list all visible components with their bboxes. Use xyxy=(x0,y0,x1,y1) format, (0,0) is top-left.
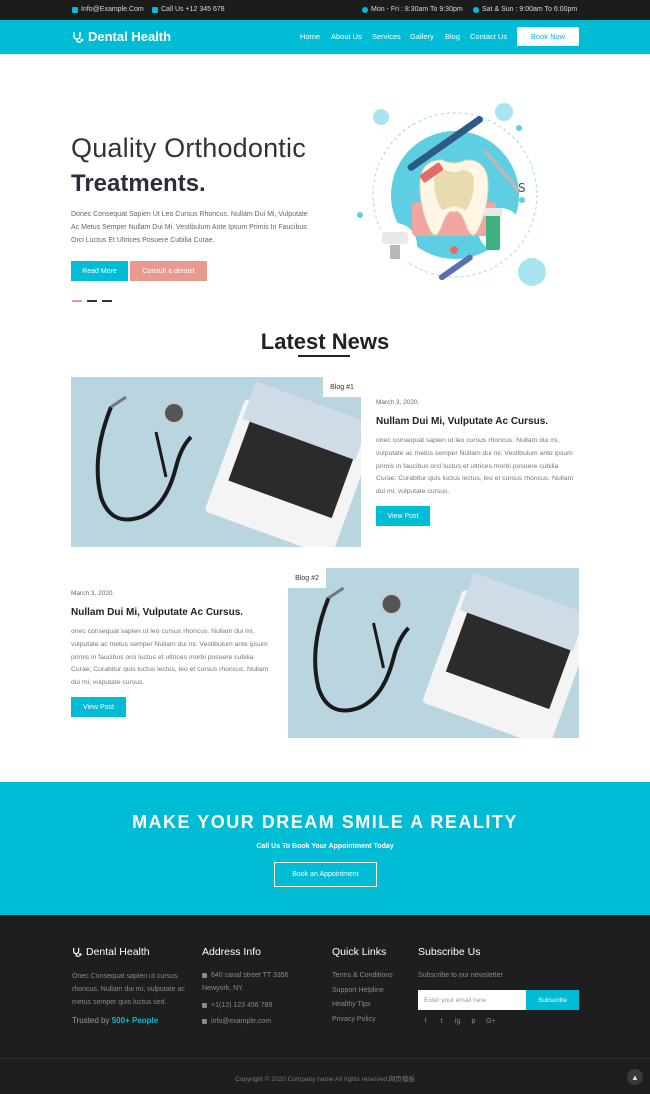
clock-icon xyxy=(362,6,368,13)
cta-subtitle: Call Us To Book Your Appointment Today xyxy=(256,843,394,850)
address-heading: Address Info xyxy=(202,946,261,958)
post-2-title[interactable]: Nullam Dui Mi, Vulputate Ac Cursus. xyxy=(71,607,243,618)
view-post-button[interactable]: View Post xyxy=(71,697,126,717)
nav-item-gallery[interactable]: Gallery xyxy=(410,32,434,41)
top-info-bar: Info@Example.Com Call Us +12 345 678 Mon… xyxy=(0,0,650,20)
blog-2-image[interactable]: Blog #2 xyxy=(288,568,579,738)
clock-icon xyxy=(473,6,479,13)
view-post-button[interactable]: View Post xyxy=(376,506,430,526)
address-street: 640 canal street TT 3356 xyxy=(202,972,289,979)
address-phone[interactable]: +1(12) 123 456 789 xyxy=(202,1002,272,1009)
footer-link-privacy[interactable]: Privacy Policy xyxy=(332,1016,376,1023)
hero-title-line1: Quality Orthodontic xyxy=(71,133,306,163)
topbar-hours-weekend-text: Sat & Sun : 9:00am To 6:00pm xyxy=(482,6,578,13)
subscribe-button[interactable]: Subscribe xyxy=(526,990,579,1010)
read-more-button[interactable]: Read More xyxy=(71,261,128,281)
brand-name: Dental Health xyxy=(88,29,172,44)
cta-title: MAKE YOUR DREAM SMILE A REALITY xyxy=(132,812,518,832)
footer-about-text: Onec Consequat sapien ut cursus rhoncus.… xyxy=(72,973,185,1006)
consult-dentist-button[interactable]: Consult a dentist xyxy=(130,261,207,281)
trusted-by: Trusted by 500+ People xyxy=(72,1016,158,1025)
phone-icon xyxy=(202,1003,207,1008)
topbar-hours-weekday: Mon - Fri : 8:30am To 9:30pm xyxy=(362,6,463,13)
post-2-date: March 3, 2020. xyxy=(71,590,115,597)
heading-underline xyxy=(298,355,350,357)
envelope-icon xyxy=(202,1019,207,1024)
quick-links-heading: Quick Links xyxy=(332,946,387,958)
address-email[interactable]: info@example.com xyxy=(202,1018,271,1025)
stethoscope-icon xyxy=(73,31,84,43)
brand-logo[interactable]: Dental Health xyxy=(72,29,171,44)
footer-link-support[interactable]: Support Helpline xyxy=(332,987,384,994)
trusted-prefix: Trusted by xyxy=(72,1016,110,1025)
address-email-text: info@example.com xyxy=(211,1018,272,1025)
laptop-stethoscope-photo xyxy=(288,568,579,738)
address-city: Newyork, NY. xyxy=(202,985,244,992)
envelope-icon xyxy=(72,6,78,13)
post-2-excerpt: onec consequat sapien ut leo cursus rhon… xyxy=(71,628,269,687)
address-street-text: 640 canal street TT 3356 xyxy=(211,972,289,979)
map-marker-icon xyxy=(202,973,207,978)
twitter-icon[interactable]: t xyxy=(438,1018,445,1025)
newsletter-email-input[interactable] xyxy=(418,990,526,1010)
blog-tag: Blog #2 xyxy=(288,568,326,588)
latest-news-heading: Latest News xyxy=(260,329,390,354)
footer-divider xyxy=(0,1058,650,1059)
hero-title-line2: Treatments. xyxy=(71,170,206,197)
laptop-stethoscope-photo xyxy=(71,377,361,547)
post-1-date: March 3, 2020. xyxy=(376,399,420,406)
slider-dot[interactable] xyxy=(102,300,112,302)
nav-item-home[interactable]: Home xyxy=(300,32,320,41)
copyright-text: Copyright © 2020 Company name All rights… xyxy=(235,1076,415,1083)
chevron-up-icon: ▲ xyxy=(631,1072,639,1082)
blog-1-image[interactable]: Blog #1 xyxy=(71,377,361,547)
footer-link-tips[interactable]: Healthy Tips xyxy=(332,1001,371,1008)
footer-brand-name: Dental Health xyxy=(86,946,150,958)
social-links: f t ig p G+ xyxy=(422,1018,496,1025)
nav-item-blog[interactable]: Blog xyxy=(445,32,460,41)
slider-dots xyxy=(72,300,112,302)
slider-dot[interactable] xyxy=(72,300,82,302)
book-appointment-button[interactable]: Book an Appointment xyxy=(274,862,377,887)
topbar-phone-text: Call Us +12 345 678 xyxy=(161,6,225,13)
topbar-phone[interactable]: Call Us +12 345 678 xyxy=(152,6,225,13)
google-plus-icon[interactable]: G+ xyxy=(486,1018,496,1025)
topbar-hours-weekend: Sat & Sun : 9:00am To 6:00pm xyxy=(473,6,577,13)
nav-item-services[interactable]: Services xyxy=(372,32,401,41)
trusted-count: 500+ People xyxy=(111,1016,159,1025)
pinterest-icon[interactable]: p xyxy=(470,1018,477,1025)
book-now-button[interactable]: Book Now xyxy=(517,27,579,46)
footer-brand[interactable]: Dental Health xyxy=(72,946,150,958)
svg-text:S: S xyxy=(518,181,526,195)
post-1-title[interactable]: Nullam Dui Mi, Vulputate Ac Cursus. xyxy=(376,416,548,427)
subscribe-heading: Subscribe Us xyxy=(418,946,481,958)
hero-description: Donec Consequat Sapien Ut Leo Cursus Rho… xyxy=(71,211,308,244)
topbar-hours-weekday-text: Mon - Fri : 8:30am To 9:30pm xyxy=(371,6,463,13)
phone-icon xyxy=(152,6,158,13)
facebook-icon[interactable]: f xyxy=(422,1018,429,1025)
back-to-top-button[interactable]: ▲ xyxy=(627,1069,643,1085)
instagram-icon[interactable]: ig xyxy=(454,1018,461,1025)
tooth-illustration: S xyxy=(357,103,546,286)
nav-item-about[interactable]: About Us xyxy=(331,32,362,41)
slider-dot[interactable] xyxy=(87,300,97,302)
topbar-email-text: Info@Example.Com xyxy=(81,6,144,13)
blog-tag: Blog #1 xyxy=(323,377,361,397)
topbar-email[interactable]: Info@Example.Com xyxy=(72,6,144,13)
post-1-excerpt: onec consequat sapien ut leo cursus rhon… xyxy=(376,437,574,496)
footer-link-terms[interactable]: Terms & Conditions xyxy=(332,972,393,979)
nav-item-contact[interactable]: Contact Us xyxy=(470,32,507,41)
stethoscope-icon xyxy=(73,947,82,957)
address-phone-text: +1(12) 123 456 789 xyxy=(211,1002,273,1009)
subscribe-text: Subscribe to our newsletter xyxy=(418,972,503,979)
